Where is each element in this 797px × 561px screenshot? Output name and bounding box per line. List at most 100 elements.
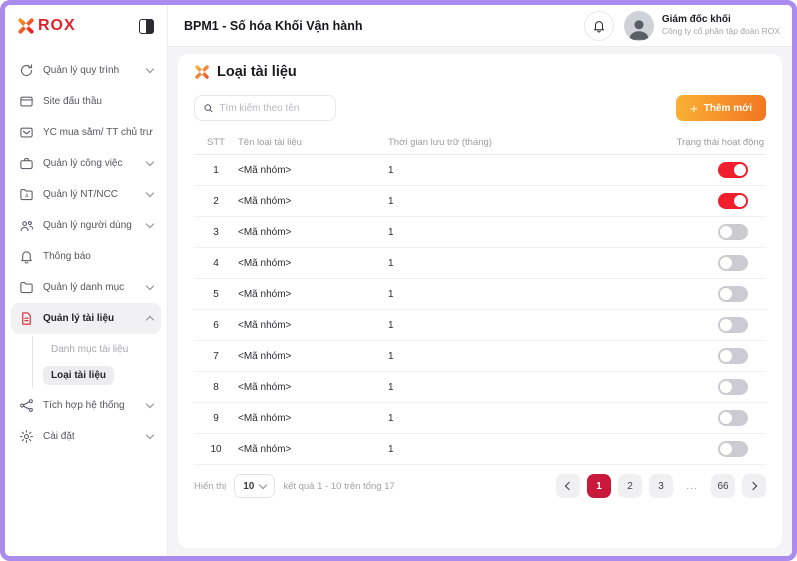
- sidebar-item-thong-bao[interactable]: Thông báo: [11, 241, 161, 272]
- table-row: 4 <Mã nhóm> 1: [194, 248, 766, 279]
- column-header-name: Tên loại tài liệu: [238, 137, 388, 148]
- sidebar-item-label: Quản lý tài liệu: [43, 313, 138, 324]
- sidebar-item-label: Cài đặt: [43, 431, 138, 442]
- status-toggle[interactable]: [718, 379, 748, 395]
- status-toggle[interactable]: [718, 286, 748, 302]
- search-icon: [203, 102, 213, 114]
- toggle-knob: [720, 226, 732, 238]
- status-toggle[interactable]: [718, 162, 748, 178]
- toggle-knob: [720, 412, 732, 424]
- chevron-down-icon: [146, 400, 154, 408]
- toggle-knob: [720, 350, 732, 362]
- document-types-table: STT Tên loại tài liệu Thời gian lưu trữ …: [194, 131, 766, 465]
- sub-item-label: Danh mục tài liệu: [43, 340, 136, 359]
- bell-icon: [19, 249, 34, 264]
- toggle-knob: [720, 288, 732, 300]
- user-name: Giám đốc khối: [662, 14, 780, 27]
- results-text: kết quả 1 - 10 trên tổng 17: [283, 481, 394, 492]
- next-page-button[interactable]: [742, 474, 766, 498]
- page-button-1[interactable]: 1: [587, 474, 611, 498]
- status-toggle[interactable]: [718, 348, 748, 364]
- envelope-icon: [19, 125, 34, 140]
- page-button-2[interactable]: 2: [618, 474, 642, 498]
- user-info[interactable]: Giám đốc khối Công ty cổ phần tập đoàn R…: [662, 14, 780, 37]
- table-row: 1 <Mã nhóm> 1: [194, 155, 766, 186]
- sidebar-subnav: Danh mục tài liệu Loại tài liệu: [32, 336, 161, 388]
- cell-name: <Mã nhóm>: [238, 289, 388, 300]
- cell-name: <Mã nhóm>: [238, 227, 388, 238]
- sidebar-item-quan-ly-quy-trinh[interactable]: Quản lý quy trình: [11, 55, 161, 86]
- page-button-66[interactable]: 66: [711, 474, 735, 498]
- cell-duration: 1: [388, 382, 626, 393]
- folder-a-icon: A: [19, 187, 34, 202]
- sidebar-subitem-loai-tai-lieu[interactable]: Loại tài liệu: [43, 362, 161, 388]
- users-icon: [19, 218, 34, 233]
- page-button-3[interactable]: 3: [649, 474, 673, 498]
- sidebar-item-site-dau-thau[interactable]: Site đấu thầu: [11, 86, 161, 117]
- status-toggle[interactable]: [718, 410, 748, 426]
- page-title: Loại tài liệu: [217, 64, 297, 80]
- add-new-button[interactable]: + Thêm mới: [676, 95, 766, 121]
- sidebar-item-label: Quản lý quy trình: [43, 65, 138, 76]
- sidebar-item-cai-dat[interactable]: Cài đặt: [11, 421, 161, 452]
- rox-logo: ROX: [17, 17, 76, 35]
- sidebar-item-label: Quản lý công việc: [43, 158, 138, 169]
- toggle-knob: [734, 164, 746, 176]
- page-size-select[interactable]: 10: [234, 474, 275, 498]
- folder-icon: [19, 280, 34, 295]
- status-toggle[interactable]: [718, 441, 748, 457]
- plus-icon: +: [690, 102, 698, 115]
- cell-duration: 1: [388, 165, 626, 176]
- cell-duration: 1: [388, 227, 626, 238]
- pager: 1 2 3 ... 66: [556, 474, 766, 498]
- browser-icon: [19, 94, 34, 109]
- avatar[interactable]: [624, 11, 654, 41]
- chevron-down-icon: [146, 220, 154, 228]
- user-org: Công ty cổ phần tập đoàn ROX: [662, 26, 780, 37]
- search-input[interactable]: [219, 103, 327, 114]
- status-toggle[interactable]: [718, 255, 748, 271]
- app-title: BPM1 - Số hóa Khối Vận hành: [184, 19, 584, 33]
- chevron-left-icon: [565, 482, 573, 490]
- sidebar-item-quan-ly-cong-viec[interactable]: Quản lý công việc: [11, 148, 161, 179]
- status-toggle[interactable]: [718, 224, 748, 240]
- status-toggle[interactable]: [718, 317, 748, 333]
- chevron-down-icon: [146, 65, 154, 73]
- pagination-summary: Hiển thị 10 kết quả 1 - 10 trên tổng 17: [194, 474, 395, 498]
- sidebar-item-yc-mua-sam[interactable]: YC mua sắm/ TT chủ trương: [11, 117, 161, 148]
- search-box: [194, 95, 336, 121]
- cell-duration: 1: [388, 351, 626, 362]
- sidebar-nav: Quản lý quy trình Site đấu thầu YC mua s…: [5, 47, 167, 452]
- cell-duration: 1: [388, 413, 626, 424]
- cell-name: <Mã nhóm>: [238, 165, 388, 176]
- page-ellipsis[interactable]: ...: [680, 474, 704, 498]
- chevron-down-icon: [146, 431, 154, 439]
- cell-name: <Mã nhóm>: [238, 382, 388, 393]
- status-toggle[interactable]: [718, 193, 748, 209]
- content-card: Loại tài liệu + Thêm mới STT Tên: [178, 54, 782, 548]
- app-window: ROX Quản lý quy trình Site đấu thầu: [0, 0, 797, 561]
- page-title-row: Loại tài liệu: [194, 64, 766, 80]
- svg-text:A: A: [25, 194, 29, 200]
- cell-stt: 5: [194, 289, 238, 300]
- sidebar-item-label: Quản lý NT/NCC: [43, 189, 138, 200]
- table-row: 8 <Mã nhóm> 1: [194, 372, 766, 403]
- sidebar-item-tich-hop-he-thong[interactable]: Tích hợp hệ thống: [11, 390, 161, 421]
- sidebar-collapse-icon[interactable]: [139, 19, 154, 34]
- cell-stt: 10: [194, 444, 238, 455]
- cell-stt: 7: [194, 351, 238, 362]
- sidebar-item-quan-ly-danh-muc[interactable]: Quản lý danh mục: [11, 272, 161, 303]
- column-header-duration: Thời gian lưu trữ (tháng): [388, 137, 626, 148]
- cell-duration: 1: [388, 196, 626, 207]
- cell-name: <Mã nhóm>: [238, 444, 388, 455]
- prev-page-button[interactable]: [556, 474, 580, 498]
- sidebar-item-quan-ly-nt-ncc[interactable]: A Quản lý NT/NCC: [11, 179, 161, 210]
- cell-stt: 8: [194, 382, 238, 393]
- sidebar-subitem-danh-muc-tai-lieu[interactable]: Danh mục tài liệu: [43, 336, 161, 362]
- cell-stt: 3: [194, 227, 238, 238]
- logo-text: ROX: [38, 17, 76, 35]
- notifications-bell-button[interactable]: [584, 11, 614, 41]
- sidebar-item-quan-ly-nguoi-dung[interactable]: Quản lý người dùng: [11, 210, 161, 241]
- sidebar-item-quan-ly-tai-lieu[interactable]: Quản lý tài liệu: [11, 303, 161, 334]
- document-icon: [19, 311, 34, 326]
